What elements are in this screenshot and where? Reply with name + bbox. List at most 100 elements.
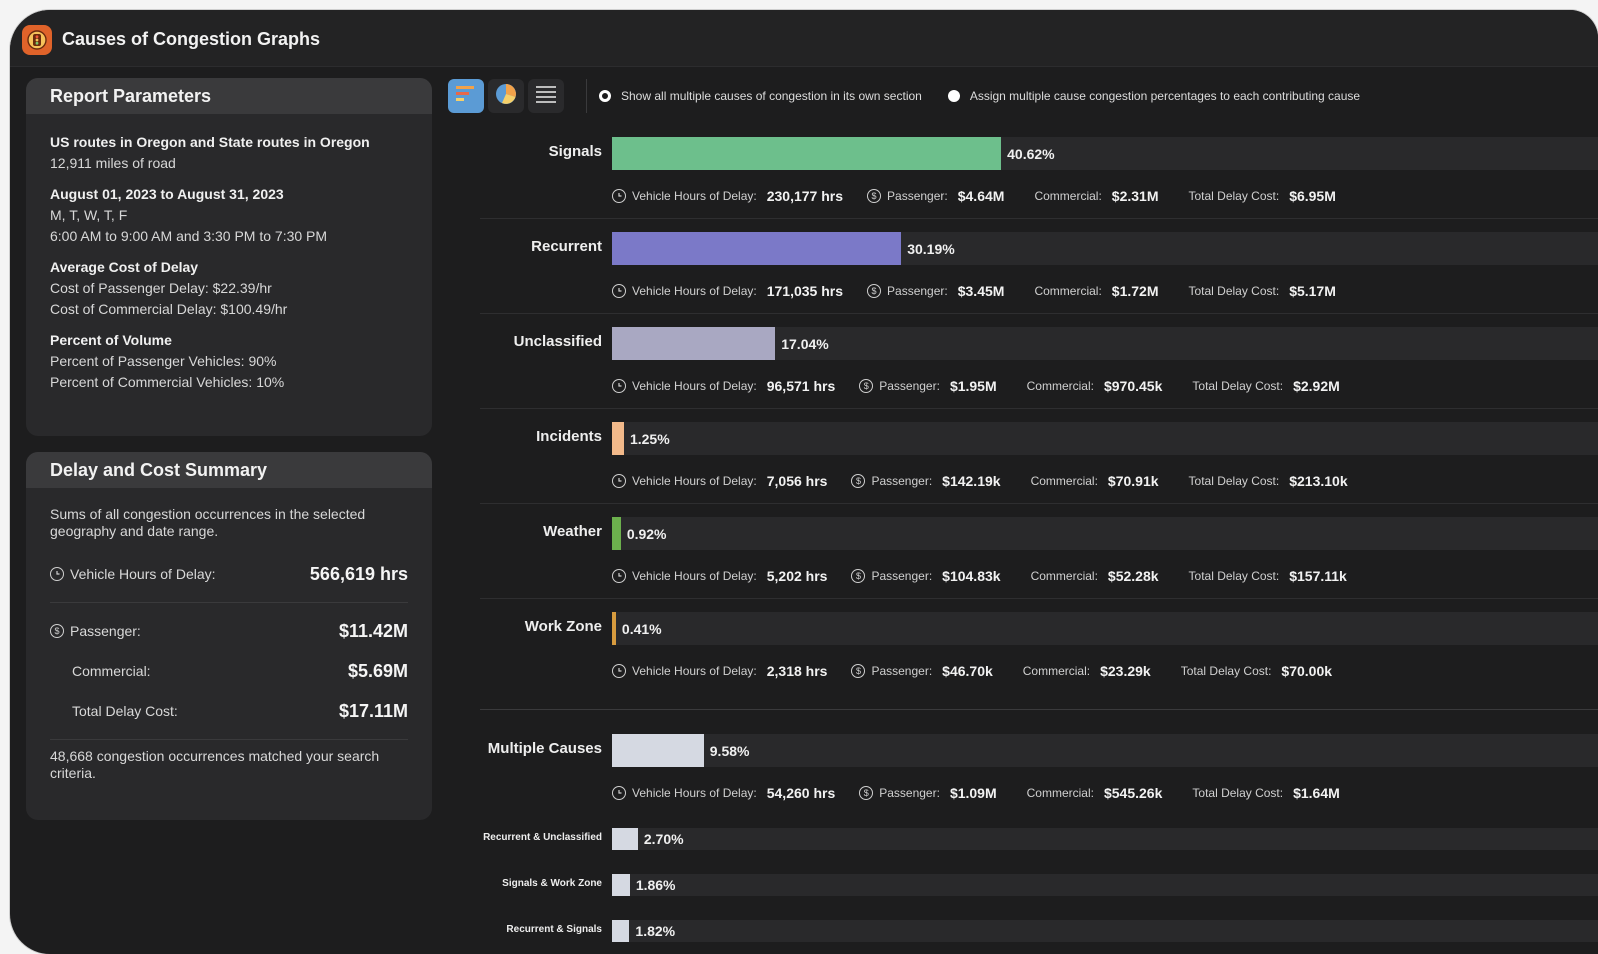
stat-hours-value: 171,035 hrs xyxy=(766,283,844,299)
bar-signals xyxy=(612,137,1002,170)
bar-category-label: Signals & Work Zone xyxy=(502,878,602,889)
bar-track xyxy=(612,734,1598,767)
row-divider xyxy=(480,503,1598,504)
table-view-button[interactable] xyxy=(528,79,564,113)
bar-track xyxy=(612,920,1598,942)
stat-total-value: $157.11k xyxy=(1289,568,1347,584)
stat-passenger-value: $104.83k xyxy=(942,568,1001,584)
stat-label: Passenger: xyxy=(871,474,933,488)
summary-total-row: Total Delay Cost: $17.11M xyxy=(50,691,408,731)
stat-commercial-value: $970.45k xyxy=(1103,378,1163,394)
app-title: Causes of Congestion Graphs xyxy=(62,29,321,49)
summary-value: $17.11M xyxy=(338,700,408,721)
summary-description: Sums of all congestion occurrences in th… xyxy=(50,506,366,539)
dollar-icon: $ xyxy=(851,569,866,583)
stat-label: Total Delay Cost: xyxy=(1192,379,1284,393)
stat-passenger-value: $142.19k xyxy=(942,473,1001,489)
cause-row: Recurrent 30.19% Vehicle Hours of Delay: 17… xyxy=(450,232,1598,312)
summary-passenger-row: $ Passenger: $11.42M xyxy=(50,611,408,651)
bar-category-label: Work Zone xyxy=(524,618,602,635)
parameter-heading: US routes in Oregon and State routes in … xyxy=(50,134,370,150)
stat-label: Vehicle Hours of Delay: xyxy=(632,786,757,800)
stat-hours-value: 54,260 hrs xyxy=(766,785,836,801)
bar-category-label: Weather xyxy=(543,523,602,540)
stat-passenger-value: $46.70k xyxy=(942,663,993,679)
radio-selected-icon[interactable] xyxy=(599,90,611,102)
parameter-group-routes: US routes in Oregon and State routes in … xyxy=(50,132,408,174)
stat-label: Passenger: xyxy=(879,786,940,800)
toolbar-separator xyxy=(586,79,587,113)
stat-label: Total Delay Cost: xyxy=(1188,569,1280,583)
clock-icon xyxy=(612,664,626,678)
multiple-causes-row: Multiple Causes 9.58% Vehicle Hours of Del… xyxy=(450,734,1598,814)
stat-label: Passenger: xyxy=(887,189,948,203)
summary-vehicle-hours-row: Vehicle Hours of Delay: 566,619 hrs xyxy=(50,554,408,594)
stat-label: Vehicle Hours of Delay: xyxy=(632,664,757,678)
cause-row: Work Zone 0.41% Vehicle Hours of Delay: 2,3… xyxy=(450,612,1598,692)
combination-row: Recurrent & Unclassified 2.70% xyxy=(450,828,1598,850)
clock-icon xyxy=(612,284,626,298)
stat-label: Commercial: xyxy=(1034,189,1102,203)
option-label: Assign multiple cause congestion percent… xyxy=(969,89,1361,103)
stat-total-value: $6.95M xyxy=(1289,188,1336,204)
row-divider xyxy=(480,313,1598,314)
cause-row: Weather 0.92% Vehicle Hours of Delay: 5,202… xyxy=(450,517,1598,597)
parameter-line: Percent of Commercial Vehicles: 10% xyxy=(50,374,285,390)
stat-label: Total Delay Cost: xyxy=(1188,284,1280,298)
bar-percent-label: 2.70% xyxy=(643,831,684,847)
bar-track xyxy=(612,517,1598,550)
bar-category-label: Incidents xyxy=(536,428,602,445)
report-parameters-panel: Report Parameters US routes in Oregon an… xyxy=(26,78,432,436)
bar-category-label: Recurrent xyxy=(531,238,602,255)
stat-label: Commercial: xyxy=(1026,379,1094,393)
parameter-heading: Average Cost of Delay xyxy=(50,259,199,275)
chart-toolbar: Show all multiple causes of congestion i… xyxy=(448,78,1386,114)
delay-cost-summary-panel: Delay and Cost Summary Sums of all conge… xyxy=(26,452,432,820)
parameter-group-volume: Percent of Volume Percent of Passenger V… xyxy=(50,330,408,393)
bar-category-label: Unclassified xyxy=(513,333,602,350)
radio-unselected-icon[interactable] xyxy=(947,90,960,102)
stat-passenger-value: $3.45M xyxy=(957,283,1005,299)
cause-row: Incidents 1.25% Vehicle Hours of Delay: 7,0… xyxy=(450,422,1598,502)
stat-label: Passenger: xyxy=(887,284,948,298)
bar-stats-row: Vehicle Hours of Delay: 171,035 hrs $ Passe… xyxy=(612,283,1336,299)
bar-percent-label: 1.82% xyxy=(635,923,676,939)
summary-label: Commercial: xyxy=(72,663,151,679)
divider xyxy=(50,602,408,603)
stat-hours-value: 96,571 hrs xyxy=(766,378,836,394)
stat-total-value: $5.17M xyxy=(1289,283,1336,299)
stat-label: Vehicle Hours of Delay: xyxy=(632,284,757,298)
bar-chart-view-button[interactable] xyxy=(448,79,484,113)
stat-hours-value: 7,056 hrs xyxy=(766,473,828,489)
stat-passenger-value: $4.64M xyxy=(957,188,1005,204)
stat-label: Passenger: xyxy=(871,664,933,678)
bar-track xyxy=(612,612,1598,645)
summary-commercial-row: Commercial: $5.69M xyxy=(50,651,408,691)
causes-bar-chart: Signals 40.62% Vehicle Hours of Delay: 230,… xyxy=(450,120,1598,954)
parameter-line: Percent of Passenger Vehicles: 90% xyxy=(50,353,277,369)
parameter-line: Cost of Passenger Delay: $22.39/hr xyxy=(50,280,272,296)
parameter-heading: August 01, 2023 to August 31, 2023 xyxy=(50,186,284,202)
option-own-section[interactable]: Show all multiple causes of congestion i… xyxy=(599,89,922,103)
option-assign-percentages[interactable]: Assign multiple cause congestion percent… xyxy=(947,89,1361,103)
bar-recurrent xyxy=(612,232,902,265)
bar-track xyxy=(612,422,1598,455)
clock-icon xyxy=(612,474,626,488)
clock-icon xyxy=(612,189,626,203)
stat-total-value: $213.10k xyxy=(1289,473,1348,489)
summary-label: Passenger: xyxy=(70,623,141,639)
combination-row: Signals & Work Zone 1.86% xyxy=(450,874,1598,896)
dollar-icon: $ xyxy=(859,786,874,800)
clock-icon xyxy=(50,567,64,581)
stat-hours-value: 2,318 hrs xyxy=(766,663,828,679)
stat-commercial-value: $52.28k xyxy=(1107,568,1159,584)
stat-commercial-value: $1.72M xyxy=(1111,283,1159,299)
bar-recurrent-signals xyxy=(612,920,630,942)
bar-percent-label: 0.41% xyxy=(621,620,662,637)
stat-passenger-value: $1.95M xyxy=(949,378,997,394)
pie-chart-view-button[interactable] xyxy=(488,79,524,113)
stat-label: Passenger: xyxy=(879,379,940,393)
stat-label: Passenger: xyxy=(871,569,933,583)
app-window: Causes of Congestion Graphs Report Param… xyxy=(10,10,1598,954)
summary-label: Vehicle Hours of Delay: xyxy=(70,566,216,582)
